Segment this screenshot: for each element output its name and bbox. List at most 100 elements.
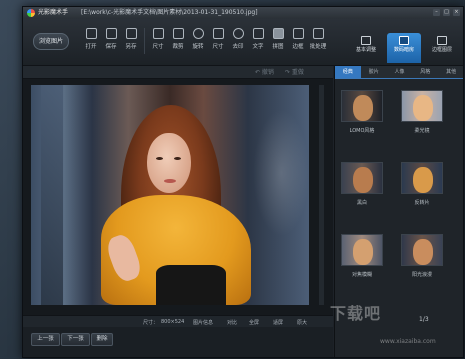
- resize-icon: [152, 28, 164, 39]
- category-portrait[interactable]: 人像: [387, 66, 413, 78]
- remove-icon: [232, 28, 244, 39]
- tool-label: 打开: [85, 44, 97, 50]
- tool-resize[interactable]: 尺寸: [148, 28, 168, 54]
- effect-categories: 经典 胶片 人像 风格 其他: [335, 66, 463, 79]
- edit-subbar: ↶ 撤销 ↷ 重做: [23, 66, 333, 79]
- photo-eye: [174, 157, 181, 160]
- tool-label: 文字: [252, 44, 264, 50]
- category-classic[interactable]: 经典: [335, 66, 361, 78]
- effect-item[interactable]: 对焦模糊: [341, 234, 383, 278]
- delete-button[interactable]: 删除: [91, 333, 113, 346]
- tab-digital-darkroom[interactable]: 数码暗房: [387, 33, 421, 63]
- effect-item[interactable]: 柔光镜: [401, 90, 443, 134]
- open-icon: [85, 28, 97, 39]
- tool-crop[interactable]: 裁剪: [168, 28, 188, 54]
- batch-icon: [312, 28, 324, 39]
- compare-button[interactable]: 对比: [227, 319, 237, 326]
- previous-button[interactable]: 上一张: [31, 333, 60, 346]
- tool-label: 尺寸: [212, 44, 224, 50]
- tool-frame[interactable]: 边框: [288, 28, 308, 54]
- app-window: 光影魔术手 [E:\work\c-光影魔术手文档\图片素材\2013-01-31…: [22, 6, 464, 358]
- effect-thumbnail: [341, 162, 383, 194]
- app-logo-icon: [27, 9, 35, 17]
- undo-button[interactable]: ↶ 撤销: [255, 67, 274, 76]
- tab-label: 数码暗房: [393, 47, 414, 53]
- size-icon: [212, 28, 224, 39]
- bottom-nav: 上一张 下一张 删除: [23, 327, 333, 357]
- fit-screen-button[interactable]: 适屏: [273, 319, 283, 326]
- photo-eye: [156, 157, 163, 160]
- window-controls: – □ ×: [433, 9, 460, 16]
- photo-background: [41, 85, 63, 305]
- app-name: 光影魔术手: [38, 9, 69, 16]
- effect-label: 柔光镜: [414, 128, 430, 134]
- tool-label: 尺寸: [152, 44, 164, 50]
- tool-label: 另存: [125, 44, 137, 50]
- effect-item[interactable]: 反转片: [401, 162, 443, 206]
- text-icon: [252, 28, 264, 39]
- effect-label: 反转片: [414, 200, 430, 206]
- tool-label: 拼图: [272, 44, 284, 50]
- tool-remove[interactable]: 去印: [228, 28, 248, 54]
- image-info-button[interactable]: 图片信息: [193, 319, 213, 326]
- effect-thumbnail: [401, 90, 443, 122]
- main-toolbar: 浏览图片 打开 保存 另存 尺寸 裁剪 旋转 尺寸 去印 文字 拼图 边框 批处…: [23, 19, 463, 66]
- adjust-icon: [361, 36, 371, 45]
- photo-face: [147, 133, 191, 193]
- tool-label: 边框: [292, 44, 304, 50]
- thumbnail-face: [413, 167, 433, 193]
- next-button[interactable]: 下一张: [61, 333, 90, 346]
- category-film[interactable]: 胶片: [361, 66, 387, 78]
- thumbnail-face: [413, 239, 433, 265]
- maximize-icon[interactable]: □: [443, 9, 450, 16]
- original-size-button[interactable]: 原大: [297, 319, 307, 326]
- file-path: [E:\work\c-光影魔术手文档\图片素材\2013-01-31_19051…: [81, 9, 258, 16]
- tool-text[interactable]: 文字: [248, 28, 268, 54]
- tool-rotate[interactable]: 旋转: [188, 28, 208, 54]
- tool-save[interactable]: 保存: [101, 28, 121, 54]
- tab-frame-layers[interactable]: 边框图层: [425, 33, 459, 63]
- vertical-scrollbar[interactable]: [319, 85, 324, 305]
- camera-icon: [399, 36, 409, 45]
- canvas-area[interactable]: [23, 79, 333, 315]
- effect-thumbnail: [341, 90, 383, 122]
- minimize-icon[interactable]: –: [433, 9, 440, 16]
- effect-item[interactable]: 阳光浪漫: [401, 234, 443, 278]
- tool-collage[interactable]: 拼图: [268, 28, 288, 54]
- tool-label: 保存: [105, 44, 117, 50]
- close-icon[interactable]: ×: [453, 9, 460, 16]
- effect-label: 阳光浪漫: [411, 272, 432, 278]
- effect-item[interactable]: LOMO风格: [341, 90, 383, 134]
- effect-item[interactable]: 黑白: [341, 162, 383, 206]
- category-style[interactable]: 风格: [412, 66, 438, 78]
- layers-icon: [437, 36, 447, 45]
- save-icon: [105, 28, 117, 39]
- watermark-logo: 下载吧: [330, 304, 382, 323]
- size-label: 尺寸：: [143, 320, 159, 326]
- tool-open[interactable]: 打开: [81, 28, 101, 54]
- tool-list: 打开 保存 另存 尺寸 裁剪 旋转 尺寸 去印 文字 拼图 边框 批处理: [81, 28, 328, 54]
- effect-thumbnail: [341, 234, 383, 266]
- photo-lips: [164, 179, 176, 183]
- category-other[interactable]: 其他: [438, 66, 463, 78]
- frame-icon: [292, 28, 304, 39]
- fullscreen-button[interactable]: 全屏: [249, 319, 259, 326]
- thumbnail-face: [413, 95, 433, 121]
- effect-thumbnail: [401, 162, 443, 194]
- effect-label: 对焦模糊: [351, 272, 372, 278]
- effect-thumbnail: [401, 234, 443, 266]
- tool-label: 批处理: [309, 44, 327, 50]
- tool-size[interactable]: 尺寸: [208, 28, 228, 54]
- tool-batch[interactable]: 批处理: [308, 28, 328, 54]
- tab-label: 基本调整: [355, 47, 376, 53]
- tool-save-as[interactable]: 另存: [121, 28, 141, 54]
- image-size: 800×524: [161, 319, 185, 325]
- photo-preview[interactable]: [31, 85, 309, 305]
- redo-button[interactable]: ↷ 重做: [285, 67, 304, 76]
- save-as-icon: [125, 28, 137, 39]
- thumbnail-face: [353, 239, 373, 265]
- title-bar: 光影魔术手 [E:\work\c-光影魔术手文档\图片素材\2013-01-31…: [23, 7, 463, 19]
- page-indicator: 1/3: [419, 316, 429, 323]
- tab-basic-adjust[interactable]: 基本调整: [349, 33, 383, 63]
- browse-images-button[interactable]: 浏览图片: [33, 33, 69, 50]
